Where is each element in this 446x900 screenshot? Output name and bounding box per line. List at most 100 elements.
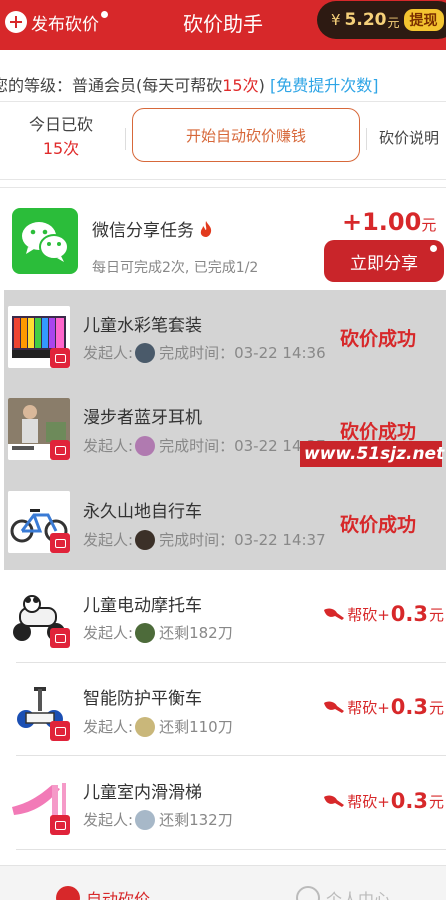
initiator-avatar <box>135 342 156 363</box>
initiator-avatar <box>135 809 156 830</box>
task-meta: 发起人: 还剩110刀 <box>83 716 233 737</box>
member-level-line: 您的等级：普通会员(每天可帮砍15次) [免费提升次数] <box>0 72 378 96</box>
initiator-avatar <box>135 622 156 643</box>
fire-icon <box>201 221 212 237</box>
help-bargain-label: 帮砍+ <box>347 698 390 717</box>
divider <box>125 128 126 150</box>
member-level-close: ) <box>258 76 265 95</box>
share-reward-unit: 元 <box>421 216 437 234</box>
tab-profile[interactable]: 个人中心 <box>296 886 390 900</box>
help-bargain-unit: 元 <box>428 698 444 717</box>
product-thumbnail[interactable] <box>8 773 70 835</box>
bargain-tab-icon <box>56 886 80 900</box>
task-meta: 发起人: 完成时间：03-22 14:37 <box>83 435 326 456</box>
product-thumbnail[interactable] <box>8 398 70 460</box>
start-auto-bargain-button[interactable]: 开始自动砍价赚钱 <box>132 108 360 162</box>
wallet-balance[interactable]: ¥ 5.20 元 提现 <box>317 1 446 39</box>
currency-symbol: ¥ <box>331 11 341 29</box>
help-bargain-amount: 0.3 <box>390 789 428 813</box>
help-bargain-amount: 0.3 <box>390 602 428 626</box>
task-meta: 发起人: 还剩182刀 <box>83 622 233 643</box>
top-header: 发布砍价 砍价助手 ¥ 5.20 元 提现 <box>0 0 446 50</box>
watermark: www.51sjz.net <box>300 441 444 467</box>
today-bargain-stat: 今日已砍 15次 <box>14 113 108 161</box>
bargain-badge-icon <box>50 533 70 553</box>
tab-auto-bargain-label: 自动砍价 <box>86 890 151 900</box>
initiator-label: 发起人: <box>83 437 134 455</box>
product-thumbnail[interactable] <box>8 586 70 648</box>
task-meta: 发起人: 完成时间：03-22 14:36 <box>83 342 326 363</box>
product-thumbnail[interactable] <box>8 306 70 368</box>
initiator-label: 发起人: <box>83 811 134 829</box>
daily-help-count: 15次 <box>222 76 259 95</box>
divider <box>16 849 446 850</box>
initiator-avatar <box>135 435 156 456</box>
help-bargain-label: 帮砍+ <box>347 605 390 624</box>
user-icon <box>296 886 320 900</box>
bargain-badge-icon <box>50 628 70 648</box>
bargain-explain-link[interactable]: 砍价说明 <box>379 127 439 148</box>
axe-icon <box>324 701 345 713</box>
tab-auto-bargain[interactable]: 自动砍价 <box>56 886 150 900</box>
share-reward-amount: +1.00 <box>342 208 422 236</box>
task-product-name: 漫步者蓝牙耳机 <box>83 408 202 428</box>
share-reward: +1.00元 <box>342 208 436 236</box>
help-bargain-unit: 元 <box>428 605 444 624</box>
help-bargain-amount: 0.3 <box>390 695 428 719</box>
task-product-name: 永久山地自行车 <box>83 502 202 522</box>
bargain-badge-icon <box>50 721 70 741</box>
bargain-badge-icon <box>50 440 70 460</box>
initiator-label: 发起人: <box>83 344 134 362</box>
task-detail: 完成时间：03-22 14:36 <box>159 344 326 362</box>
divider <box>366 128 367 150</box>
bargain-success-status: 砍价成功 <box>340 328 417 350</box>
divider <box>16 662 446 663</box>
help-bargain-button[interactable]: 帮砍+ 0.3 元 <box>323 789 444 813</box>
bargain-success-status: 砍价成功 <box>340 421 417 443</box>
share-task-title-text: 微信分享任务 <box>92 221 194 241</box>
share-task-progress: 每日可完成2次, 已完成1/2 <box>92 260 259 276</box>
initiator-avatar <box>135 529 156 550</box>
member-level-text: 您的等级：普通会员(每天可帮砍 <box>0 76 223 95</box>
today-bargain-label: 今日已砍 <box>28 115 93 134</box>
task-detail: 还剩110刀 <box>159 718 233 736</box>
task-detail: 还剩132刀 <box>159 811 233 829</box>
bottom-tab-bar: 自动砍价 个人中心 <box>0 865 446 900</box>
wechat-icon <box>12 208 78 274</box>
axe-icon <box>324 795 345 807</box>
task-detail: 完成时间：03-22 14:37 <box>159 531 326 549</box>
divider <box>0 187 446 188</box>
divider <box>0 101 446 102</box>
initiator-label: 发起人: <box>83 624 134 642</box>
initiator-label: 发起人: <box>83 531 134 549</box>
product-thumbnail[interactable] <box>8 491 70 553</box>
bargain-success-status: 砍价成功 <box>340 514 417 536</box>
initiator-label: 发起人: <box>83 718 134 736</box>
share-now-label: 立即分享 <box>350 253 418 274</box>
share-task-title: 微信分享任务 <box>92 216 213 241</box>
bargain-badge-icon <box>50 348 70 368</box>
divider <box>16 755 446 756</box>
wallet-amount: 5.20 <box>344 10 387 30</box>
help-bargain-unit: 元 <box>428 792 444 811</box>
task-product-name: 儿童电动摩托车 <box>83 596 202 616</box>
notification-dot-icon <box>430 245 437 252</box>
withdraw-button[interactable]: 提现 <box>403 9 444 31</box>
product-thumbnail[interactable] <box>8 679 70 741</box>
task-product-name: 儿童室内滑滑梯 <box>83 783 202 803</box>
upgrade-count-link[interactable]: [免费提升次数] <box>270 76 379 95</box>
bargain-badge-icon <box>50 815 70 835</box>
axe-icon <box>324 608 345 620</box>
help-bargain-button[interactable]: 帮砍+ 0.3 元 <box>323 695 444 719</box>
initiator-avatar <box>135 716 156 737</box>
tab-profile-label: 个人中心 <box>326 890 391 900</box>
task-product-name: 儿童水彩笔套装 <box>83 316 202 336</box>
task-product-name: 智能防护平衡车 <box>83 689 202 709</box>
task-detail: 还剩182刀 <box>159 624 233 642</box>
wallet-unit: 元 <box>387 15 400 30</box>
help-bargain-label: 帮砍+ <box>347 792 390 811</box>
today-bargain-count: 15次 <box>42 139 80 158</box>
share-now-button[interactable]: 立即分享 <box>324 240 444 282</box>
help-bargain-button[interactable]: 帮砍+ 0.3 元 <box>323 602 444 626</box>
task-meta: 发起人: 还剩132刀 <box>83 809 233 830</box>
